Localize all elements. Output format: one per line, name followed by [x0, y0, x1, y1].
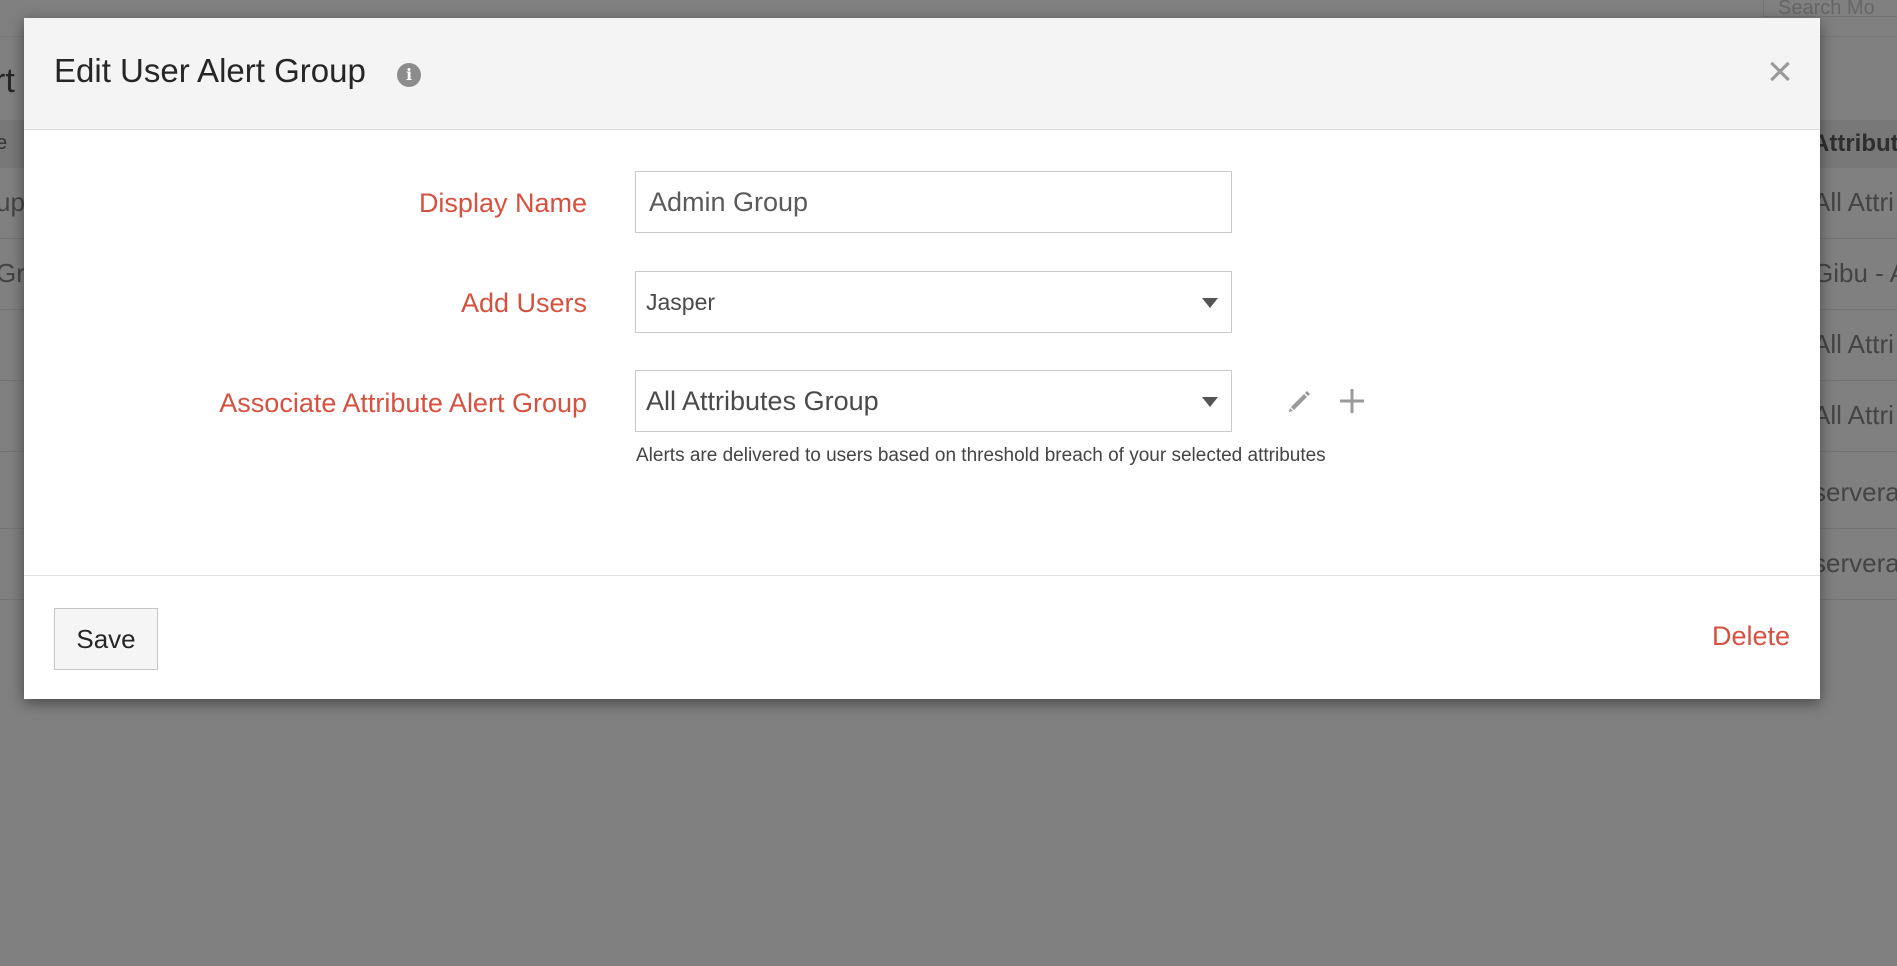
attribute-alert-group-label: Associate Attribute Alert Group [219, 388, 587, 418]
chevron-down-icon[interactable] [1202, 298, 1218, 308]
info-icon[interactable]: i [397, 63, 421, 87]
table-cell-attribute: servera [1813, 477, 1897, 507]
modal-title: Edit User Alert Group [54, 52, 366, 89]
background-column-header-attribute: Attribute [1812, 130, 1897, 157]
display-name-label: Display Name [418, 188, 587, 218]
close-icon[interactable]: × [1760, 50, 1800, 94]
edit-user-alert-group-modal: Edit User Alert Group i × Display Name A… [24, 18, 1820, 699]
background-page-title: rt [0, 62, 15, 100]
display-name-input[interactable] [636, 172, 1231, 232]
background-search-input[interactable]: Search Mo [1763, 0, 1897, 17]
display-name-field[interactable] [635, 171, 1232, 233]
add-users-label: Add Users [460, 288, 587, 318]
modal-header: Edit User Alert Group i × [24, 18, 1820, 130]
table-cell-attribute: Gibu - A [1813, 258, 1897, 288]
chevron-down-icon[interactable] [1202, 397, 1218, 407]
background-column-header-left: e [0, 132, 8, 154]
table-cell-attribute: servera [1813, 548, 1897, 578]
add-users-select[interactable]: Jasper [635, 271, 1232, 333]
pencil-icon[interactable] [1286, 387, 1314, 415]
table-cell-attribute: All Attri [1813, 400, 1894, 430]
delete-link[interactable]: Delete [1712, 621, 1790, 652]
table-cell-attribute: All Attri [1813, 187, 1894, 217]
save-button[interactable]: Save [54, 608, 158, 670]
attribute-group-help-text: Alerts are delivered to users based on t… [636, 445, 1326, 466]
attribute-alert-group-selected-value: All Attributes Group [646, 386, 879, 416]
table-cell-left: up [0, 187, 25, 217]
add-users-selected-value: Jasper [646, 289, 716, 315]
plus-icon[interactable] [1338, 387, 1366, 415]
table-cell-attribute: All Attri [1813, 329, 1894, 359]
modal-footer-divider [24, 575, 1820, 576]
attribute-alert-group-select[interactable]: All Attributes Group [635, 370, 1232, 432]
